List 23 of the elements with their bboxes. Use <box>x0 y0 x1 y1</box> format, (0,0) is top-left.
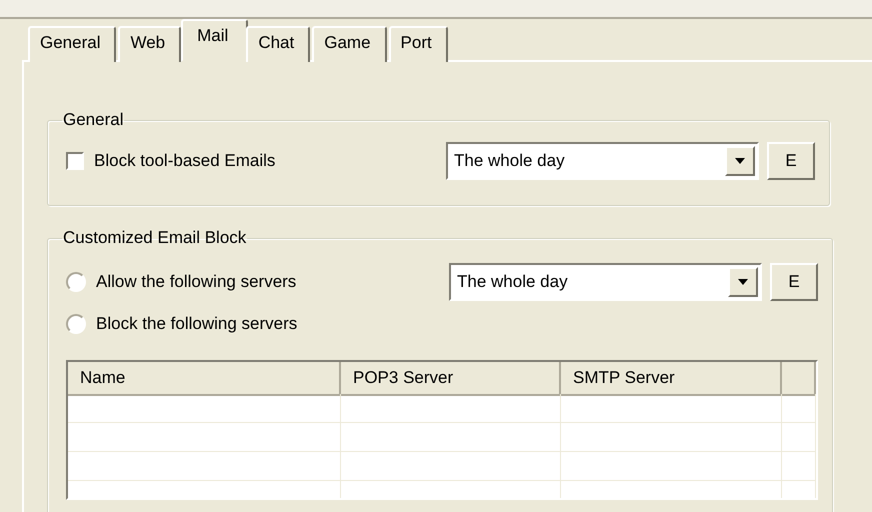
edit-button[interactable]: E <box>767 142 815 180</box>
column-header[interactable]: POP3 Server <box>341 362 561 396</box>
tab[interactable]: Web <box>118 26 182 62</box>
dropdown-arrow-icon <box>738 279 748 285</box>
option-label: Block the following servers <box>96 314 298 334</box>
schedule-dropdown[interactable]: The whole day <box>449 263 762 301</box>
radio-button[interactable] <box>66 272 86 292</box>
tab[interactable]: Port <box>388 26 448 62</box>
option-label: Allow the following servers <box>96 272 296 292</box>
tab[interactable]: General <box>28 26 116 62</box>
group-title: Customized Email Block <box>62 228 248 248</box>
tab[interactable]: Game <box>312 26 387 62</box>
checkbox[interactable] <box>66 152 84 170</box>
schedule-dropdown[interactable]: The whole day <box>446 142 759 180</box>
group-title: General <box>62 110 124 130</box>
tab[interactable]: Mail <box>181 19 248 62</box>
option-label: Block tool-based Emails <box>94 151 276 171</box>
edit-button[interactable]: E <box>770 263 818 301</box>
radio-button[interactable] <box>66 314 86 334</box>
column-header[interactable]: SMTP Server <box>561 362 782 396</box>
tab[interactable]: Chat <box>246 26 310 62</box>
dropdown-arrow-icon <box>735 158 745 164</box>
column-header[interactable]: Name <box>68 362 341 396</box>
